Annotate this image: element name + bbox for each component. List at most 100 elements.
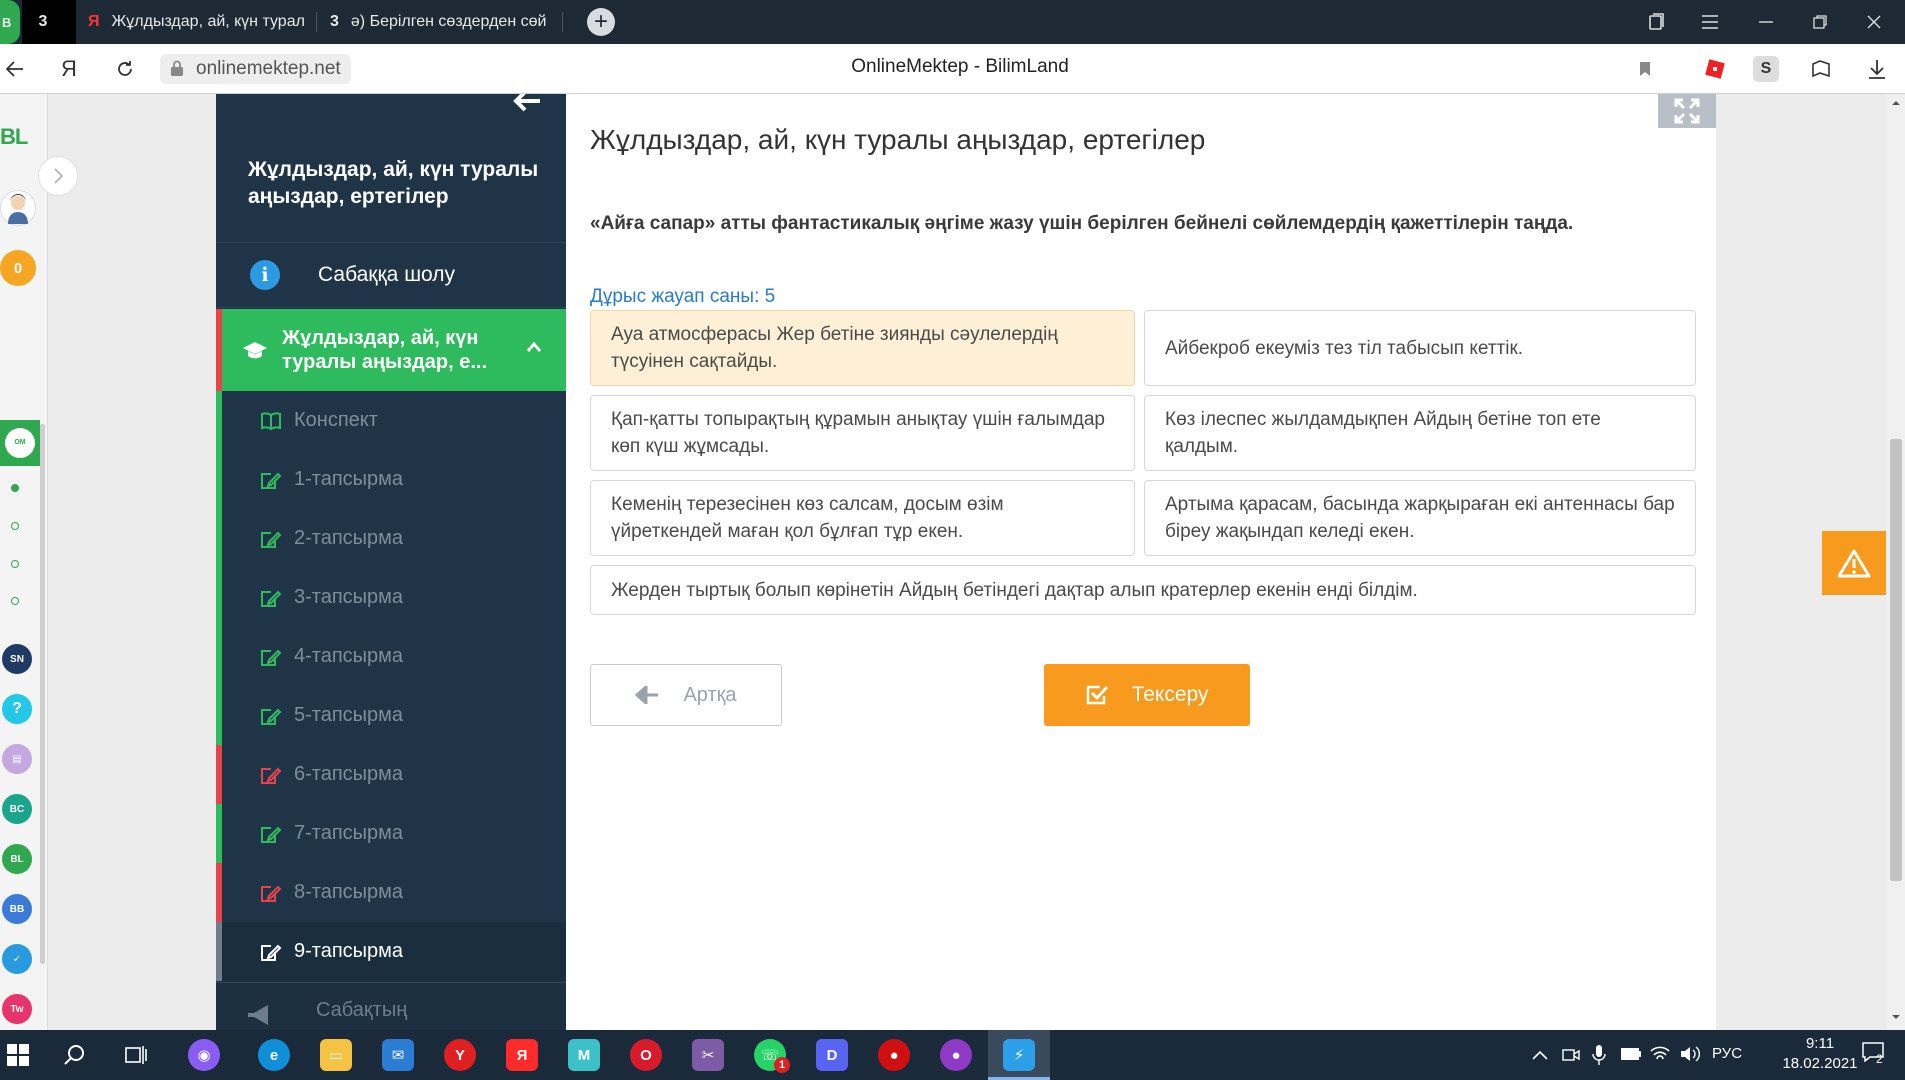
check-button[interactable]: Тексеру — [1044, 664, 1250, 726]
roblox-extension-icon[interactable] — [1700, 54, 1730, 84]
option-text: Кеменің терезесінен көз салсам, досым өз… — [611, 494, 1004, 542]
yandex-browser-icon[interactable]: Y — [444, 1039, 476, 1071]
answer-option[interactable]: Көз ілеспес жылдамдықпен Айдың бетіне то… — [1144, 395, 1696, 471]
sidebar-item-label: Жұлдыздар, ай, күн туралы аңыздар, е... — [282, 327, 487, 373]
game-app-icon[interactable]: ✂ — [692, 1039, 724, 1071]
file-explorer-icon[interactable]: ▭ — [320, 1039, 352, 1071]
back-button[interactable]: Артқа — [590, 664, 782, 726]
bilimland-app-icon[interactable]: BL — [2, 844, 32, 874]
edit-icon — [261, 708, 282, 725]
opera-icon[interactable]: O — [630, 1039, 662, 1071]
sidebar-item-label: Сабақтың — [316, 999, 408, 1021]
browser-menu-icon[interactable]: B — [0, 0, 20, 44]
sidebar-item-task[interactable]: 8-тапсырма — [216, 863, 566, 922]
restore-icon[interactable] — [1792, 0, 1848, 44]
test-icon[interactable]: ✓ — [2, 944, 32, 974]
chevron-up-icon[interactable] — [1532, 1050, 1548, 1060]
sidebar-item-task[interactable]: 2-тапсырма — [216, 509, 566, 568]
cortana-icon[interactable]: ◉ — [188, 1039, 220, 1071]
s-extension-icon[interactable]: S — [1753, 56, 1779, 82]
discord-icon[interactable]: D — [816, 1039, 848, 1071]
graduation-cap-icon — [243, 342, 267, 359]
avatar[interactable] — [0, 190, 36, 226]
sidebar-item-task[interactable]: 7-тапсырма — [216, 804, 566, 863]
help-icon[interactable]: ? — [2, 694, 32, 724]
url-field[interactable]: onlinemektep.net — [160, 54, 351, 84]
collections-icon[interactable] — [1806, 54, 1836, 84]
sidebar-scrollbar[interactable] — [40, 424, 45, 964]
bilimland-logo[interactable]: BL — [0, 124, 28, 150]
tab-exercise[interactable]: 3 ә) Берілген сөздерден сөй — [318, 0, 558, 44]
microphone-icon[interactable] — [1592, 1044, 1606, 1066]
sidebar-item-task[interactable]: 3-тапсырма — [216, 568, 566, 627]
library-icon[interactable]: ▤ — [2, 744, 32, 774]
bookmark-icon[interactable] — [1630, 54, 1660, 84]
collapse-arrow-icon[interactable] — [512, 94, 542, 112]
active-app-tile[interactable]: ⚡ — [988, 1030, 1050, 1080]
sidebar-item-overview[interactable]: i Сабаққа шолу — [216, 242, 566, 308]
active-app-icon: ⚡ — [1003, 1039, 1035, 1071]
yandex-app-icon[interactable]: Я — [506, 1039, 538, 1071]
yandex-home-icon[interactable]: Я — [54, 54, 84, 84]
tab-lesson[interactable]: Я Жұлдыздар, ай, күн турал — [76, 0, 311, 44]
tab-manager-icon[interactable] — [1628, 0, 1684, 44]
sidebar-item-task[interactable]: 6-тапсырма — [216, 745, 566, 804]
back-arrow-icon[interactable] — [0, 54, 30, 84]
answer-option[interactable]: Жерден тыртық болып көрінетін Айдың беті… — [590, 565, 1696, 615]
apple-game-icon[interactable]: ● — [878, 1039, 910, 1071]
answer-option[interactable]: Ауа атмосферасы Жер бетіне зиянды сәулел… — [590, 310, 1135, 386]
wifi-icon[interactable] — [1650, 1045, 1670, 1063]
fullscreen-button[interactable] — [1658, 94, 1716, 128]
twig-icon[interactable]: Tw — [2, 994, 32, 1024]
tab-pinned[interactable]: 3 — [22, 0, 76, 44]
answer-option[interactable]: Қап-қатты топырақтың құрамын анықтау үші… — [590, 395, 1135, 471]
nav-dot[interactable] — [11, 484, 19, 492]
task-view-icon[interactable] — [120, 1039, 152, 1071]
scrollbar-thumb[interactable] — [1890, 439, 1902, 881]
report-issue-button[interactable] — [1822, 531, 1886, 595]
sidebar-item-task[interactable]: 4-тапсырма — [216, 627, 566, 686]
battery-icon[interactable] — [1620, 1047, 1642, 1061]
sidebar-item-task[interactable]: 5-тапсырма — [216, 686, 566, 745]
sidebar-item-label: 3-тапсырма — [294, 586, 404, 608]
sidebar-item-lesson-summary[interactable]: Сабақтың — [216, 982, 566, 1030]
tab-separator — [316, 12, 317, 32]
edge-browser-icon[interactable]: e — [258, 1039, 290, 1071]
clock[interactable]: 9:11 18.02.2021 — [1775, 1034, 1865, 1074]
scroll-up-icon[interactable] — [1891, 100, 1901, 106]
new-tab-plus-icon[interactable]: + — [587, 8, 615, 36]
sidebar-item-task[interactable]: Конспект — [216, 391, 566, 450]
download-icon[interactable] — [1862, 54, 1892, 84]
mail-icon[interactable]: ✉ — [382, 1039, 414, 1071]
purple-app-icon[interactable]: ● — [940, 1039, 972, 1071]
expand-sidebar-button[interactable] — [38, 156, 78, 196]
answer-option[interactable]: Артыма қарасам, басында жарқыраған екі а… — [1144, 480, 1696, 556]
search-icon[interactable] — [58, 1039, 90, 1071]
bilim-book-icon[interactable]: BB — [2, 894, 32, 924]
minimize-icon[interactable] — [1738, 0, 1794, 44]
sidebar-item-active-topic[interactable]: Жұлдыздар, ай, күн туралы аңыздар, е... — [216, 309, 566, 391]
bilim-centre-icon[interactable]: BC — [2, 794, 32, 824]
nav-dot[interactable] — [11, 560, 19, 568]
tab-title: ә) Берілген сөздерден сөй — [350, 13, 547, 30]
reload-icon[interactable] — [110, 54, 140, 84]
notification-center-button[interactable]: 2 — [1862, 1042, 1892, 1068]
sidebar-item-task[interactable]: 9-тапсырма — [216, 922, 566, 981]
page-scrollbar[interactable] — [1886, 94, 1905, 1030]
volume-icon[interactable] — [1680, 1045, 1702, 1063]
meet-now-icon[interactable] — [1562, 1046, 1580, 1064]
answer-option[interactable]: Айбекроб екеуміз тез тіл табысып кеттік. — [1144, 310, 1696, 386]
smart-nation-icon[interactable]: SN — [2, 644, 32, 674]
online-mektep-icon[interactable]: OM — [0, 420, 40, 466]
windows-start-icon[interactable] — [2, 1039, 34, 1071]
nav-dot[interactable] — [11, 597, 19, 605]
miku-app-icon[interactable]: M — [568, 1039, 600, 1071]
scroll-down-icon[interactable] — [1891, 1014, 1901, 1020]
answer-option[interactable]: Кеменің терезесінен көз салсам, досым өз… — [590, 480, 1135, 556]
nav-dot[interactable] — [11, 522, 19, 530]
language-indicator[interactable]: РУС — [1712, 1045, 1742, 1062]
close-window-icon[interactable] — [1846, 0, 1902, 44]
sidebar-item-task[interactable]: 1-тапсырма — [216, 450, 566, 509]
whatsapp-icon[interactable]: ☏ 1 — [754, 1039, 790, 1073]
hamburger-menu-icon[interactable] — [1682, 0, 1738, 44]
